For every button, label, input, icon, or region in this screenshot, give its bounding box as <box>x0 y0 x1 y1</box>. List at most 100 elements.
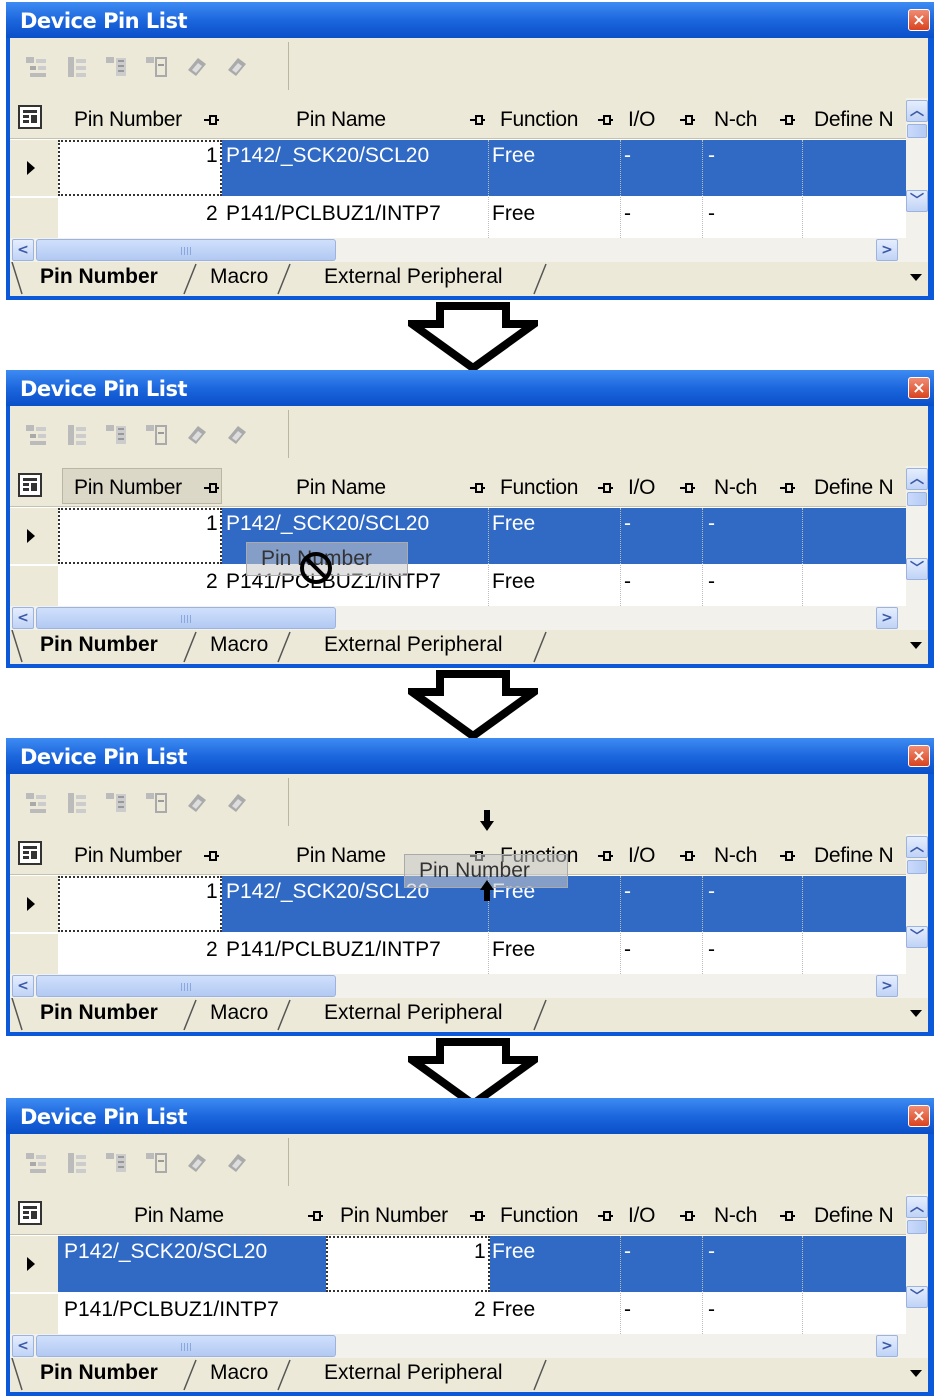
horizontal-scroll-thumb[interactable] <box>36 975 336 997</box>
cell-pin-name[interactable]: P142/_SCK20/SCL20 <box>226 880 429 904</box>
scroll-right-icon[interactable]: > <box>876 607 898 629</box>
cell-pin-number[interactable]: 1 <box>206 512 218 536</box>
horizontal-scrollbar[interactable]: < > <box>10 1334 928 1358</box>
scroll-up-icon[interactable]: ︿ <box>906 1196 928 1218</box>
chip-icon[interactable] <box>224 1150 250 1176</box>
focused-cell[interactable] <box>326 1236 490 1292</box>
pin-icon[interactable] <box>678 848 696 862</box>
tree-icon[interactable] <box>24 790 50 816</box>
col-header-io[interactable]: I/O <box>628 98 655 138</box>
close-icon[interactable]: × <box>908 1105 930 1127</box>
tree-icon[interactable] <box>64 54 90 80</box>
chip-icon[interactable] <box>224 422 250 448</box>
cell-io[interactable]: - <box>624 1240 631 1264</box>
tab-dropdown-icon[interactable] <box>910 642 922 649</box>
cell-io[interactable]: - <box>624 144 631 168</box>
cell-function[interactable]: Free <box>492 1298 535 1322</box>
tab-external-peripheral[interactable]: External Peripheral <box>324 630 503 662</box>
tab-dropdown-icon[interactable] <box>910 1370 922 1377</box>
pin-icon[interactable] <box>596 112 614 126</box>
pin-icon[interactable] <box>596 480 614 494</box>
scroll-up-icon[interactable]: ︿ <box>906 100 928 122</box>
horizontal-scroll-thumb[interactable] <box>36 239 336 261</box>
row-selector[interactable] <box>10 934 59 974</box>
row-selector[interactable] <box>10 508 59 564</box>
tab-external-peripheral[interactable]: External Peripheral <box>324 1358 503 1390</box>
pin-icon[interactable] <box>306 1208 324 1222</box>
cell-pin-name[interactable]: P142/_SCK20/SCL20 <box>226 144 429 168</box>
focused-cell[interactable] <box>58 508 222 564</box>
focused-cell[interactable] <box>58 140 222 196</box>
scroll-right-icon[interactable]: > <box>876 1335 898 1357</box>
pin-icon[interactable] <box>778 112 796 126</box>
cell-pin-number[interactable]: 1 <box>474 1240 486 1264</box>
row-selector[interactable] <box>10 140 59 196</box>
vertical-scroll-thumb[interactable] <box>907 124 927 138</box>
col-header-pin-name[interactable]: Pin Name <box>296 98 386 138</box>
cell-nch[interactable]: - <box>708 938 715 962</box>
scroll-up-icon[interactable]: ︿ <box>906 836 928 858</box>
col-header-io[interactable]: I/O <box>628 466 655 506</box>
pin-icon[interactable] <box>596 848 614 862</box>
scroll-left-icon[interactable]: < <box>12 607 34 629</box>
tab-macro[interactable]: Macro <box>210 630 268 662</box>
col-header-pin-number[interactable]: Pin Number <box>74 98 182 138</box>
cell-io[interactable]: - <box>624 570 631 594</box>
horizontal-scroll-thumb[interactable] <box>36 1335 336 1357</box>
pin-icon[interactable] <box>596 1208 614 1222</box>
cell-nch[interactable]: - <box>708 570 715 594</box>
vertical-scrollbar[interactable]: ︿ ﹀ <box>906 98 928 238</box>
cell-pin-number[interactable]: 1 <box>206 144 218 168</box>
col-header-nch[interactable]: N-ch <box>714 98 757 138</box>
tab-dropdown-icon[interactable] <box>910 274 922 281</box>
pin-icon[interactable] <box>678 1208 696 1222</box>
chip-icon[interactable] <box>224 790 250 816</box>
pin-icon[interactable] <box>202 480 220 494</box>
cell-function[interactable]: Free <box>492 938 535 962</box>
focused-cell[interactable] <box>58 876 222 932</box>
row-selector[interactable] <box>10 1236 59 1292</box>
tab-external-peripheral[interactable]: External Peripheral <box>324 998 503 1030</box>
tree-icon[interactable] <box>104 422 130 448</box>
cell-io[interactable]: - <box>624 938 631 962</box>
pin-icon[interactable] <box>468 112 486 126</box>
cell-nch[interactable]: - <box>708 202 715 226</box>
vertical-scroll-thumb[interactable] <box>907 492 927 506</box>
grid-menu-icon[interactable] <box>18 1201 42 1225</box>
col-header-function[interactable]: Function <box>500 1194 578 1234</box>
col-header-pin-number[interactable]: Pin Number <box>340 1194 448 1234</box>
col-header-function[interactable]: Function <box>500 98 578 138</box>
tab-macro[interactable]: Macro <box>210 262 268 294</box>
tree-icon[interactable] <box>64 1150 90 1176</box>
close-icon[interactable]: × <box>908 377 930 399</box>
col-header-nch[interactable]: N-ch <box>714 1194 757 1234</box>
tree-icon[interactable] <box>64 422 90 448</box>
scroll-left-icon[interactable]: < <box>12 239 34 261</box>
cell-pin-number[interactable]: 2 <box>206 570 218 594</box>
grid-menu-icon[interactable] <box>18 841 42 865</box>
cell-pin-name[interactable]: P142/_SCK20/SCL20 <box>64 1240 267 1264</box>
scroll-left-icon[interactable]: < <box>12 1335 34 1357</box>
col-header-io[interactable]: I/O <box>628 834 655 874</box>
table-row[interactable] <box>58 198 906 238</box>
cell-io[interactable]: - <box>624 880 631 904</box>
cell-io[interactable]: - <box>624 202 631 226</box>
col-header-io[interactable]: I/O <box>628 1194 655 1234</box>
pin-icon[interactable] <box>778 480 796 494</box>
pin-icon[interactable] <box>678 112 696 126</box>
table-row[interactable] <box>58 566 906 606</box>
horizontal-scroll-thumb[interactable] <box>36 607 336 629</box>
cell-nch[interactable]: - <box>708 1240 715 1264</box>
tree-icon[interactable] <box>104 54 130 80</box>
pin-icon[interactable] <box>778 848 796 862</box>
tree-icon[interactable] <box>144 1150 170 1176</box>
scroll-down-icon[interactable]: ﹀ <box>906 190 928 212</box>
row-selector[interactable] <box>10 566 59 606</box>
row-selector[interactable] <box>10 1294 59 1334</box>
cell-io[interactable]: - <box>624 1298 631 1322</box>
row-selector[interactable] <box>10 876 59 932</box>
tree-icon[interactable] <box>24 1150 50 1176</box>
vertical-scroll-thumb[interactable] <box>907 860 927 874</box>
scroll-up-icon[interactable]: ︿ <box>906 468 928 490</box>
cell-pin-number[interactable]: 1 <box>206 880 218 904</box>
